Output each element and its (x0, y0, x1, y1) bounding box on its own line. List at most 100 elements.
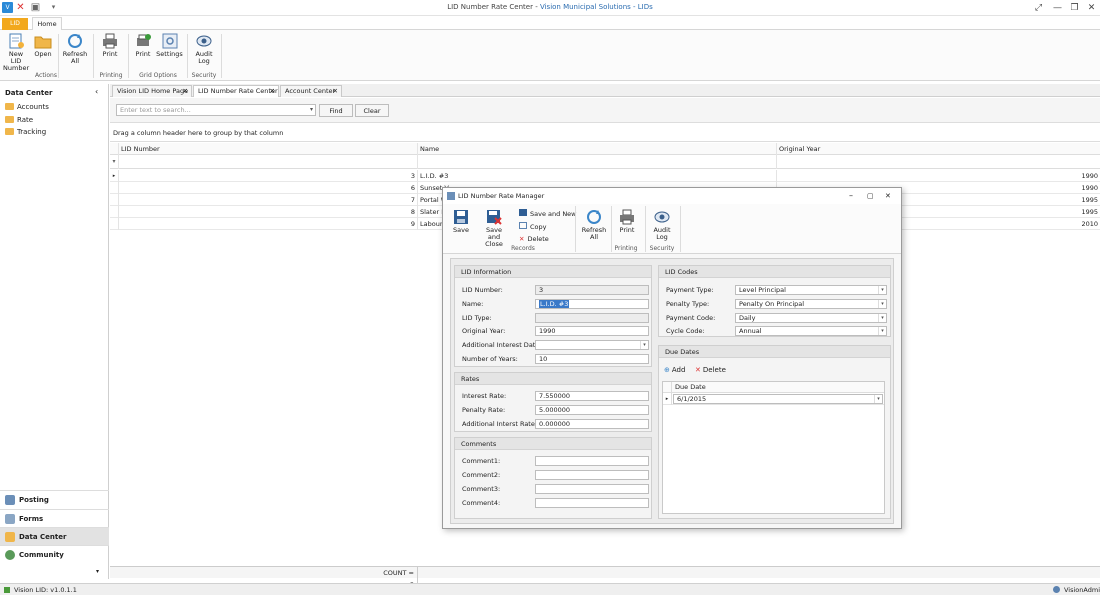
window-subtitle: Vision Municipal Solutions - LIDs (539, 3, 653, 11)
dialog-audit-log-button[interactable]: Audit Log (648, 208, 676, 246)
additional-interest-rate-field[interactable]: 0.000000 (535, 419, 649, 429)
column-header-lid-number[interactable]: LID Number (119, 143, 418, 155)
cycle-code-select[interactable]: Annual ▾ (735, 326, 887, 336)
penalty-rate-field[interactable]: 5.000000 (535, 405, 649, 415)
lid-type-field (535, 313, 649, 323)
grid-print-button[interactable]: Print (131, 32, 155, 70)
find-button[interactable]: Find (319, 104, 353, 117)
open-button[interactable]: Open (31, 32, 55, 70)
search-bar: Enter text to search... ▾ Find Clear (110, 98, 1100, 123)
delete-button[interactable]: ✕ Delete (519, 235, 549, 243)
settings-button[interactable]: Settings (156, 32, 183, 70)
refresh-all-button[interactable]: Refresh All (61, 32, 89, 70)
row-indicator-header (110, 143, 119, 155)
grid-footer: COUNT = 5 (110, 566, 1100, 591)
filter-cell[interactable] (119, 155, 418, 169)
payment-code-select[interactable]: Daily ▾ (735, 313, 887, 323)
chevron-down-icon[interactable]: ▾ (878, 327, 886, 335)
file-tab[interactable]: LID (2, 18, 28, 30)
sidebar-item-accounts[interactable]: Accounts (5, 101, 49, 113)
nav-data-center[interactable]: Data Center (0, 527, 109, 545)
column-header-original-year[interactable]: Original Year (777, 143, 1100, 155)
comment1-field[interactable] (535, 456, 649, 466)
window-title-text: LID Number Rate Center (447, 3, 533, 11)
tab-lid-number-rate-center[interactable]: LID Number Rate Center ✕ (193, 85, 279, 97)
print-options-icon (137, 34, 151, 46)
sidebar-item-rate[interactable]: Rate (5, 114, 33, 126)
comment2-field[interactable] (535, 470, 649, 480)
status-bar: Vision LID: v1.0.1.1 VisionAdmin (0, 583, 1100, 595)
tab-vision-lid-home[interactable]: Vision LID Home Page ✕ (112, 85, 192, 97)
new-document-icon (9, 33, 24, 49)
print-button[interactable]: Print (97, 32, 123, 70)
lid-type-label: LID Type: (462, 314, 492, 322)
save-close-icon (487, 210, 502, 225)
comment3-field[interactable] (535, 484, 649, 494)
dialog-title-bar: LID Number Rate Manager – ▢ ✕ (443, 188, 901, 204)
clear-button[interactable]: Clear (355, 104, 389, 117)
column-header-name[interactable]: Name (418, 143, 777, 155)
sidebar-item-tracking[interactable]: Tracking (5, 126, 46, 138)
delete-label: Delete (702, 366, 726, 374)
auto-filter-row[interactable]: ▾ (110, 155, 1100, 169)
nav-community[interactable]: Community (0, 545, 109, 563)
name-field[interactable]: L.I.D. #3 (535, 299, 649, 309)
nav-forms[interactable]: Forms (0, 509, 109, 527)
comment4-field[interactable] (535, 498, 649, 508)
close-window-icon[interactable]: ✕ (1086, 3, 1097, 13)
chevron-down-icon[interactable]: ▾ (878, 300, 886, 308)
copy-button[interactable]: Copy (519, 222, 547, 231)
chevron-down-icon[interactable]: ▾ (640, 341, 648, 349)
tab-account-center[interactable]: Account Center ✕ (280, 85, 342, 97)
delete-due-date-button[interactable]: ✕ Delete (695, 365, 726, 375)
filter-cell[interactable] (777, 155, 1100, 169)
chevron-down-icon[interactable]: ▾ (878, 314, 886, 322)
original-year-field[interactable]: 1990 (535, 326, 649, 336)
number-of-years-label: Number of Years: (462, 355, 518, 363)
dialog-close-icon[interactable]: ✕ (885, 188, 891, 204)
fullscreen-icon[interactable]: ⤢ (1033, 3, 1044, 13)
audit-log-button[interactable]: Audit Log (190, 32, 218, 70)
panel-header: Rates (455, 373, 651, 385)
additional-interest-date-picker[interactable]: ▾ (535, 340, 649, 350)
interest-rate-field[interactable]: 7.550000 (535, 391, 649, 401)
save-and-close-button[interactable]: Save and Close (479, 208, 509, 248)
penalty-type-select[interactable]: Penalty On Principal ▾ (735, 299, 887, 309)
nav-overflow-icon[interactable]: ▾ (96, 568, 99, 575)
dialog-print-button[interactable]: Print (615, 208, 639, 246)
search-input[interactable]: Enter text to search... (116, 104, 316, 116)
close-tab-icon[interactable]: ✕ (333, 86, 338, 97)
add-due-date-button[interactable]: ⊕ Add (664, 365, 685, 375)
copy-label: Copy (530, 223, 547, 231)
dialog-refresh-all-button[interactable]: Refresh All (580, 208, 608, 246)
new-lid-number-button[interactable]: New LID Number (3, 32, 29, 72)
search-dropdown-icon[interactable]: ▾ (307, 104, 316, 116)
number-of-years-field[interactable]: 10 (535, 354, 649, 364)
table-row[interactable]: ▸ 6/1/2015 ▾ (663, 393, 884, 405)
payment-type-select[interactable]: Level Principal ▾ (735, 285, 887, 295)
nav-posting[interactable]: Posting (0, 490, 109, 508)
minimize-icon[interactable]: — (1052, 3, 1063, 13)
dialog-minimize-icon[interactable]: – (849, 188, 853, 204)
chevron-down-icon[interactable]: ▾ (878, 286, 886, 294)
close-tab-icon[interactable]: ✕ (183, 86, 188, 97)
column-header-due-date[interactable]: Due Date (675, 382, 706, 393)
close-tab-icon[interactable]: ✕ (270, 86, 275, 97)
group-panel[interactable]: Drag a column header here to group by th… (110, 125, 1100, 142)
chevron-down-icon[interactable]: ▾ (874, 395, 882, 403)
tab-home[interactable]: Home (32, 17, 62, 31)
nav-label: Data Center (19, 533, 67, 541)
comment1-label: Comment1: (462, 457, 501, 465)
due-dates-grid: Due Date ▸ 6/1/2015 ▾ (662, 381, 885, 514)
dialog-print-label: Print (619, 226, 635, 234)
save-button[interactable]: Save (449, 208, 473, 246)
table-row[interactable]: ▸ 3 L.I.D. #3 1990 (110, 170, 1100, 182)
cell-lid-number: 6 (119, 182, 418, 194)
due-date-field[interactable]: 6/1/2015 ▾ (673, 394, 883, 404)
collapse-sidebar-icon[interactable]: ‹ (95, 87, 98, 96)
dialog-maximize-icon[interactable]: ▢ (867, 188, 874, 204)
row-indicator (110, 194, 119, 206)
save-and-new-button[interactable]: Save and New (519, 209, 577, 218)
restore-icon[interactable]: ❐ (1069, 3, 1080, 13)
filter-cell[interactable] (418, 155, 777, 169)
